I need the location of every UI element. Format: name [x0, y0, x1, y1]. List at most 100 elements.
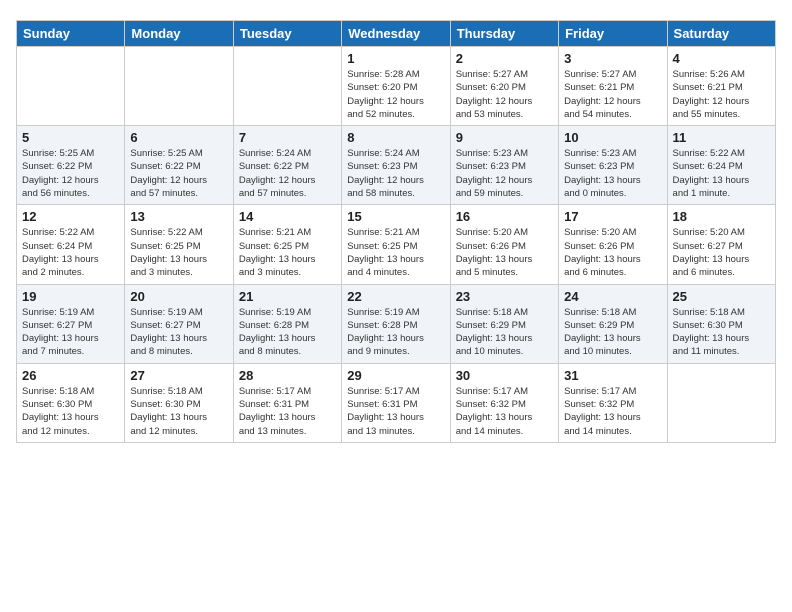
day-info: Sunrise: 5:26 AM Sunset: 6:21 PM Dayligh… [673, 68, 770, 121]
day-number: 7 [239, 130, 336, 145]
day-number: 19 [22, 289, 119, 304]
calendar-week-5: 26 Sunrise: 5:18 AM Sunset: 6:30 PM Dayli… [17, 363, 776, 442]
day-number: 8 [347, 130, 444, 145]
calendar-week-1: 1 Sunrise: 5:28 AM Sunset: 6:20 PM Daylig… [17, 47, 776, 126]
day-info: Sunrise: 5:17 AM Sunset: 6:31 PM Dayligh… [347, 385, 444, 438]
day-number: 29 [347, 368, 444, 383]
day-info: Sunrise: 5:18 AM Sunset: 6:30 PM Dayligh… [22, 385, 119, 438]
calendar-cell [667, 363, 775, 442]
day-info: Sunrise: 5:22 AM Sunset: 6:24 PM Dayligh… [673, 147, 770, 200]
day-number: 4 [673, 51, 770, 66]
day-number: 18 [673, 209, 770, 224]
calendar-header-row: SundayMondayTuesdayWednesdayThursdayFrid… [17, 21, 776, 47]
calendar-cell: 1 Sunrise: 5:28 AM Sunset: 6:20 PM Daylig… [342, 47, 450, 126]
day-info: Sunrise: 5:21 AM Sunset: 6:25 PM Dayligh… [239, 226, 336, 279]
calendar-cell: 27 Sunrise: 5:18 AM Sunset: 6:30 PM Dayli… [125, 363, 233, 442]
calendar-cell: 4 Sunrise: 5:26 AM Sunset: 6:21 PM Daylig… [667, 47, 775, 126]
col-header-sunday: Sunday [17, 21, 125, 47]
calendar-cell: 22 Sunrise: 5:19 AM Sunset: 6:28 PM Dayli… [342, 284, 450, 363]
day-number: 25 [673, 289, 770, 304]
calendar-cell: 14 Sunrise: 5:21 AM Sunset: 6:25 PM Dayli… [233, 205, 341, 284]
day-info: Sunrise: 5:21 AM Sunset: 6:25 PM Dayligh… [347, 226, 444, 279]
calendar-cell: 25 Sunrise: 5:18 AM Sunset: 6:30 PM Dayli… [667, 284, 775, 363]
day-info: Sunrise: 5:24 AM Sunset: 6:23 PM Dayligh… [347, 147, 444, 200]
calendar-cell: 29 Sunrise: 5:17 AM Sunset: 6:31 PM Dayli… [342, 363, 450, 442]
calendar: SundayMondayTuesdayWednesdayThursdayFrid… [16, 20, 776, 443]
day-number: 30 [456, 368, 553, 383]
day-info: Sunrise: 5:22 AM Sunset: 6:25 PM Dayligh… [130, 226, 227, 279]
calendar-cell: 11 Sunrise: 5:22 AM Sunset: 6:24 PM Dayli… [667, 126, 775, 205]
day-number: 3 [564, 51, 661, 66]
calendar-cell: 6 Sunrise: 5:25 AM Sunset: 6:22 PM Daylig… [125, 126, 233, 205]
day-number: 28 [239, 368, 336, 383]
col-header-monday: Monday [125, 21, 233, 47]
calendar-week-4: 19 Sunrise: 5:19 AM Sunset: 6:27 PM Dayli… [17, 284, 776, 363]
calendar-cell: 7 Sunrise: 5:24 AM Sunset: 6:22 PM Daylig… [233, 126, 341, 205]
col-header-saturday: Saturday [667, 21, 775, 47]
day-number: 1 [347, 51, 444, 66]
calendar-cell: 31 Sunrise: 5:17 AM Sunset: 6:32 PM Dayli… [559, 363, 667, 442]
day-info: Sunrise: 5:28 AM Sunset: 6:20 PM Dayligh… [347, 68, 444, 121]
calendar-cell: 2Sunrise: 5:27 AM Sunset: 6:20 PM Daylig… [450, 47, 558, 126]
calendar-cell: 3 Sunrise: 5:27 AM Sunset: 6:21 PM Daylig… [559, 47, 667, 126]
day-info: Sunrise: 5:20 AM Sunset: 6:26 PM Dayligh… [564, 226, 661, 279]
day-info: Sunrise: 5:20 AM Sunset: 6:26 PM Dayligh… [456, 226, 553, 279]
calendar-cell: 18Sunrise: 5:20 AM Sunset: 6:27 PM Dayli… [667, 205, 775, 284]
day-number: 21 [239, 289, 336, 304]
day-number: 11 [673, 130, 770, 145]
calendar-week-2: 5 Sunrise: 5:25 AM Sunset: 6:22 PM Daylig… [17, 126, 776, 205]
day-info: Sunrise: 5:18 AM Sunset: 6:30 PM Dayligh… [130, 385, 227, 438]
day-number: 23 [456, 289, 553, 304]
calendar-cell: 10 Sunrise: 5:23 AM Sunset: 6:23 PM Dayli… [559, 126, 667, 205]
col-header-tuesday: Tuesday [233, 21, 341, 47]
day-number: 26 [22, 368, 119, 383]
day-number: 14 [239, 209, 336, 224]
day-number: 5 [22, 130, 119, 145]
day-info: Sunrise: 5:19 AM Sunset: 6:27 PM Dayligh… [130, 306, 227, 359]
day-number: 27 [130, 368, 227, 383]
day-info: Sunrise: 5:22 AM Sunset: 6:24 PM Dayligh… [22, 226, 119, 279]
calendar-cell: 17Sunrise: 5:20 AM Sunset: 6:26 PM Dayli… [559, 205, 667, 284]
day-info: Sunrise: 5:17 AM Sunset: 6:32 PM Dayligh… [564, 385, 661, 438]
day-number: 31 [564, 368, 661, 383]
day-number: 12 [22, 209, 119, 224]
day-info: Sunrise: 5:27 AM Sunset: 6:20 PM Dayligh… [456, 68, 553, 121]
calendar-cell: 20 Sunrise: 5:19 AM Sunset: 6:27 PM Dayli… [125, 284, 233, 363]
day-number: 10 [564, 130, 661, 145]
calendar-cell: 9 Sunrise: 5:23 AM Sunset: 6:23 PM Daylig… [450, 126, 558, 205]
calendar-cell: 23 Sunrise: 5:18 AM Sunset: 6:29 PM Dayli… [450, 284, 558, 363]
calendar-cell: 5 Sunrise: 5:25 AM Sunset: 6:22 PM Daylig… [17, 126, 125, 205]
day-number: 13 [130, 209, 227, 224]
day-info: Sunrise: 5:17 AM Sunset: 6:31 PM Dayligh… [239, 385, 336, 438]
calendar-cell: 19Sunrise: 5:19 AM Sunset: 6:27 PM Dayli… [17, 284, 125, 363]
calendar-cell: 28 Sunrise: 5:17 AM Sunset: 6:31 PM Dayli… [233, 363, 341, 442]
day-info: Sunrise: 5:23 AM Sunset: 6:23 PM Dayligh… [456, 147, 553, 200]
day-number: 6 [130, 130, 227, 145]
day-number: 20 [130, 289, 227, 304]
col-header-wednesday: Wednesday [342, 21, 450, 47]
calendar-cell: 21Sunrise: 5:19 AM Sunset: 6:28 PM Dayli… [233, 284, 341, 363]
day-number: 16 [456, 209, 553, 224]
day-number: 15 [347, 209, 444, 224]
calendar-cell: 16 Sunrise: 5:20 AM Sunset: 6:26 PM Dayli… [450, 205, 558, 284]
day-info: Sunrise: 5:24 AM Sunset: 6:22 PM Dayligh… [239, 147, 336, 200]
day-info: Sunrise: 5:25 AM Sunset: 6:22 PM Dayligh… [130, 147, 227, 200]
day-info: Sunrise: 5:19 AM Sunset: 6:28 PM Dayligh… [347, 306, 444, 359]
day-info: Sunrise: 5:23 AM Sunset: 6:23 PM Dayligh… [564, 147, 661, 200]
day-info: Sunrise: 5:18 AM Sunset: 6:30 PM Dayligh… [673, 306, 770, 359]
day-info: Sunrise: 5:27 AM Sunset: 6:21 PM Dayligh… [564, 68, 661, 121]
day-number: 9 [456, 130, 553, 145]
day-number: 22 [347, 289, 444, 304]
day-info: Sunrise: 5:18 AM Sunset: 6:29 PM Dayligh… [456, 306, 553, 359]
calendar-cell: 30 Sunrise: 5:17 AM Sunset: 6:32 PM Dayli… [450, 363, 558, 442]
calendar-cell: 13 Sunrise: 5:22 AM Sunset: 6:25 PM Dayli… [125, 205, 233, 284]
day-info: Sunrise: 5:18 AM Sunset: 6:29 PM Dayligh… [564, 306, 661, 359]
day-info: Sunrise: 5:25 AM Sunset: 6:22 PM Dayligh… [22, 147, 119, 200]
calendar-cell [233, 47, 341, 126]
calendar-cell: 24Sunrise: 5:18 AM Sunset: 6:29 PM Dayli… [559, 284, 667, 363]
col-header-thursday: Thursday [450, 21, 558, 47]
calendar-cell: 26 Sunrise: 5:18 AM Sunset: 6:30 PM Dayli… [17, 363, 125, 442]
day-info: Sunrise: 5:17 AM Sunset: 6:32 PM Dayligh… [456, 385, 553, 438]
calendar-cell [17, 47, 125, 126]
col-header-friday: Friday [559, 21, 667, 47]
